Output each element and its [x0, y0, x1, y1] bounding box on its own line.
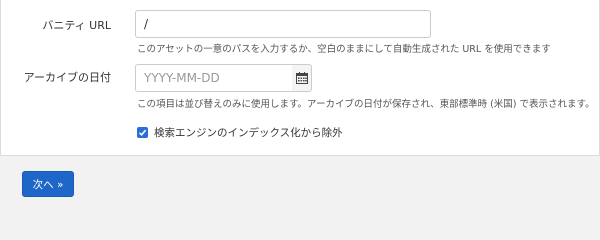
archive-date-input[interactable] [135, 64, 293, 92]
exclude-search-checkbox[interactable] [137, 127, 148, 138]
next-button[interactable]: 次へ » [22, 171, 74, 197]
vanity-url-input[interactable] [135, 10, 431, 38]
checkmark-icon [138, 129, 147, 136]
exclude-search-row: 検索エンジンのインデックス化から除外 [137, 125, 343, 140]
archive-date-help: この項目は並び替えのみに使用します。アーカイブの日付が保存され、東部標準時 (米… [137, 99, 595, 110]
form-panel: バニティ URL このアセットの一意のパスを入力するか、空白のままにして自動生成… [0, 0, 600, 156]
calendar-button[interactable] [292, 64, 312, 92]
vanity-url-help: このアセットの一意のパスを入力するか、空白のままにして自動生成された URL を… [137, 44, 551, 55]
vanity-url-label: バニティ URL [42, 19, 111, 32]
exclude-search-label: 検索エンジンのインデックス化から除外 [154, 127, 343, 139]
calendar-icon [295, 72, 308, 84]
archive-date-label: アーカイブの日付 [23, 71, 111, 84]
